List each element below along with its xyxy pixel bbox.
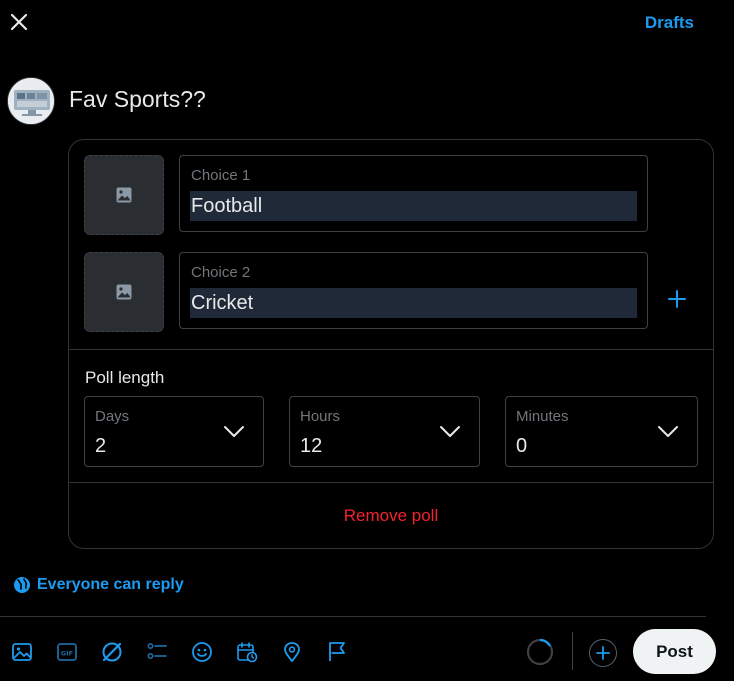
poll-length-label: Poll length: [85, 368, 165, 387]
minutes-value: 0: [516, 435, 528, 457]
schedule-icon: [237, 642, 258, 663]
grok-icon: [102, 642, 122, 662]
plus-icon: [668, 290, 686, 308]
toolbar-divider: [0, 616, 706, 617]
choice-1-field[interactable]: Choice 1 Football: [179, 155, 648, 232]
choice-1-image-button[interactable]: [84, 155, 164, 235]
choice-2-image-button[interactable]: [84, 252, 164, 332]
choice-2-field[interactable]: Choice 2 Cricket: [179, 252, 648, 329]
chevron-down-icon: [440, 426, 460, 437]
remove-poll-button[interactable]: Remove poll: [69, 506, 713, 526]
avatar-image: [8, 78, 54, 124]
minutes-select[interactable]: Minutes 0: [505, 396, 698, 467]
chevron-down-icon: [658, 426, 678, 437]
tag-button[interactable]: [325, 640, 349, 664]
svg-text:GIF: GIF: [61, 650, 73, 658]
tweet-text-input[interactable]: Fav Sports??: [69, 86, 206, 113]
poll-divider: [69, 349, 713, 350]
gif-button[interactable]: GIF: [55, 640, 79, 664]
gif-icon: GIF: [57, 643, 77, 661]
schedule-button[interactable]: [235, 640, 259, 664]
location-button[interactable]: [280, 640, 304, 664]
avatar[interactable]: [7, 77, 55, 125]
choice-2-input[interactable]: Cricket: [190, 288, 637, 318]
reply-setting-label: Everyone can reply: [37, 576, 184, 593]
poll-button[interactable]: [145, 640, 169, 664]
poll-divider: [69, 482, 713, 483]
post-button[interactable]: Post: [633, 629, 716, 674]
emoji-icon: [192, 642, 212, 662]
days-label: Days: [95, 408, 130, 425]
days-value: 2: [95, 435, 107, 457]
choice-1-input[interactable]: Football: [190, 191, 637, 221]
character-progress-ring: [526, 638, 554, 666]
drafts-button[interactable]: Drafts: [645, 13, 694, 33]
media-button[interactable]: [10, 640, 34, 664]
poll-card: Choice 1 Football Choice 2 Cricket Poll …: [68, 139, 714, 549]
flag-icon: [329, 642, 345, 661]
location-icon: [284, 642, 300, 662]
add-choice-button[interactable]: [663, 285, 691, 313]
image-icon: [12, 643, 32, 661]
close-icon: [10, 13, 28, 31]
reply-setting-button[interactable]: Everyone can reply: [13, 576, 184, 594]
hours-label: Hours: [300, 408, 341, 425]
choice-1-label: Choice 1: [191, 167, 251, 184]
close-button[interactable]: [6, 9, 32, 35]
image-icon: [116, 187, 132, 203]
grok-button[interactable]: [100, 640, 124, 664]
emoji-button[interactable]: [190, 640, 214, 664]
globe-icon: [14, 577, 30, 593]
minutes-label: Minutes: [516, 408, 569, 425]
choice-2-label: Choice 2: [191, 264, 251, 281]
hours-value: 12: [300, 435, 323, 457]
plus-icon: [596, 646, 610, 660]
hours-select[interactable]: Hours 12: [289, 396, 480, 467]
list-icon: [147, 642, 167, 660]
add-post-button[interactable]: [589, 639, 617, 667]
toolbar-separator: [572, 632, 573, 670]
chevron-down-icon: [224, 426, 244, 437]
days-select[interactable]: Days 2: [84, 396, 264, 467]
image-icon: [116, 284, 132, 300]
composer-header: Drafts: [0, 0, 734, 50]
